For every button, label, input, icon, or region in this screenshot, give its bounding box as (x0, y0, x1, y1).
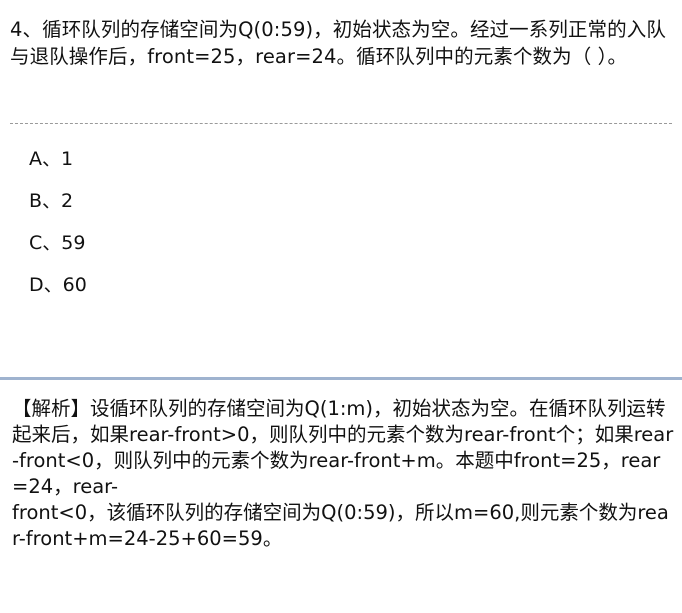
analysis-text: 【解析】设循环队列的存储空间为Q(1:m)，初始状态为空。在循环队列运转起来后，… (12, 397, 674, 550)
answer-options: A、1 B、2 C、59 D、60 (29, 138, 87, 306)
option-b[interactable]: B、2 (29, 180, 87, 222)
option-c[interactable]: C、59 (29, 222, 87, 264)
section-divider (0, 377, 682, 380)
option-d[interactable]: D、60 (29, 264, 87, 306)
dashed-divider (10, 123, 672, 124)
question-text: 4、循环队列的存储空间为Q(0:59)，初始状态为空。经过一系列正常的入队与退队… (10, 18, 666, 68)
option-a[interactable]: A、1 (29, 138, 87, 180)
